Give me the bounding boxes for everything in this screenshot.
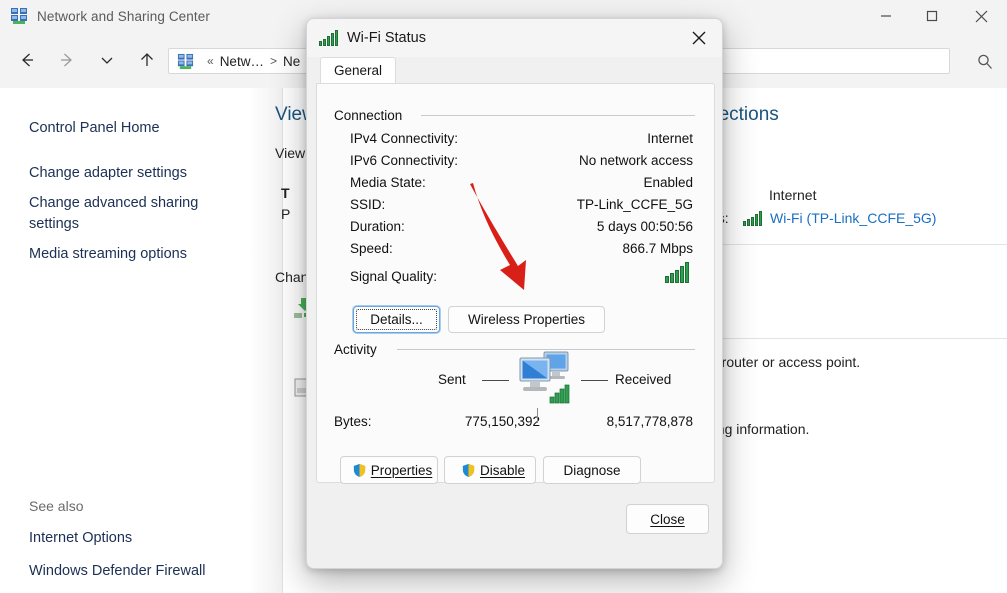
back-arrow-icon[interactable] bbox=[10, 43, 44, 77]
minimize-icon[interactable] bbox=[863, 0, 909, 32]
forward-arrow-icon[interactable] bbox=[50, 43, 84, 77]
close-button-label: Close bbox=[650, 511, 685, 527]
details-button[interactable]: Details... bbox=[353, 306, 440, 333]
breadcrumb: « Netw… > Ne bbox=[201, 54, 300, 69]
focus-indicator bbox=[356, 309, 437, 330]
see-also-item-internet-options[interactable]: Internet Options bbox=[29, 528, 132, 548]
up-arrow-icon[interactable] bbox=[130, 43, 164, 77]
access-type-value: Internet bbox=[769, 187, 817, 203]
window-title: Network and Sharing Center bbox=[37, 8, 210, 24]
diagnose-button-label: Diagnose bbox=[563, 462, 621, 478]
sidebar-item-control-panel-home[interactable]: Control Panel Home bbox=[29, 118, 160, 138]
dialog-body: Connection IPv4 Connectivity: Internet I… bbox=[316, 83, 715, 484]
ssid-label: SSID: bbox=[350, 197, 386, 212]
network-sharing-icon bbox=[10, 7, 28, 25]
search-icon[interactable] bbox=[975, 52, 995, 77]
connection-group-label: Connection bbox=[334, 108, 410, 123]
sidebar: Control Panel Home Change adapter settin… bbox=[0, 88, 283, 593]
ipv6-connectivity-value: No network access bbox=[578, 153, 693, 168]
breadcrumb-separator: > bbox=[269, 54, 277, 68]
media-state-label: Media State: bbox=[350, 175, 426, 190]
sidebar-item-change-adapter-settings[interactable]: Change adapter settings bbox=[29, 163, 187, 183]
chevron-down-icon[interactable] bbox=[90, 43, 124, 77]
active-networks-label: T bbox=[281, 185, 290, 201]
ipv4-connectivity-label: IPv4 Connectivity: bbox=[350, 131, 459, 146]
ipv4-connectivity-value: Internet bbox=[647, 131, 693, 146]
disable-button[interactable]: Disable bbox=[444, 456, 536, 484]
view-subtext: View bbox=[275, 145, 306, 161]
bytes-sent-value: 775,150,392 bbox=[464, 414, 540, 429]
received-label: Received bbox=[615, 372, 672, 387]
connection-link-wifi[interactable]: Wi-Fi (TP-Link_CCFE_5G) bbox=[770, 210, 936, 226]
tab-general[interactable]: General bbox=[320, 57, 397, 83]
close-button[interactable]: Close bbox=[626, 504, 709, 534]
bytes-label: Bytes: bbox=[334, 414, 372, 429]
received-connector-line bbox=[581, 380, 608, 381]
divider-bottom bbox=[716, 338, 1007, 339]
activity-group-label: Activity bbox=[334, 342, 384, 357]
wifi-signal-icon bbox=[743, 210, 765, 226]
speed-label: Speed: bbox=[350, 241, 393, 256]
ssid-value: TP-Link_CCFE_5G bbox=[576, 197, 693, 212]
sent-label: Sent bbox=[438, 372, 466, 387]
divider-top bbox=[716, 244, 1007, 245]
dialog-title: Wi-Fi Status bbox=[347, 30, 426, 46]
close-icon[interactable] bbox=[676, 19, 722, 57]
wifi-status-dialog: Wi-Fi Status General Connection IPv4 Con… bbox=[306, 18, 723, 569]
bytes-separator bbox=[537, 408, 538, 423]
window-controls bbox=[863, 0, 1007, 32]
tab-strip: General bbox=[307, 57, 722, 83]
sidebar-item-media-streaming-options[interactable]: Media streaming options bbox=[29, 244, 187, 264]
wireless-properties-button[interactable]: Wireless Properties bbox=[448, 306, 605, 333]
sidebar-item-change-advanced-sharing[interactable]: Change advanced sharing bbox=[29, 193, 198, 213]
screen: Network and Sharing Center « Netw… > Ne … bbox=[0, 0, 1007, 593]
wireless-properties-button-label: Wireless Properties bbox=[467, 312, 586, 327]
sidebar-divider bbox=[282, 88, 283, 593]
properties-button-label: Properties bbox=[370, 462, 433, 478]
sidebar-item-change-advanced-sharing-line2[interactable]: settings bbox=[29, 214, 79, 234]
duration-value: 5 days 00:50:56 bbox=[596, 219, 693, 234]
maximize-icon[interactable] bbox=[909, 0, 955, 32]
sent-connector-line bbox=[482, 380, 509, 381]
ipv6-connectivity-label: IPv6 Connectivity: bbox=[350, 153, 459, 168]
speed-value: 866.7 Mbps bbox=[622, 241, 693, 256]
media-state-value: Enabled bbox=[643, 175, 693, 190]
wifi-signal-icon bbox=[319, 30, 338, 46]
disable-button-label: Disable bbox=[479, 462, 526, 478]
dialog-footer: Close bbox=[307, 488, 722, 568]
properties-button[interactable]: Properties bbox=[340, 456, 438, 484]
diagnose-button[interactable]: Diagnose bbox=[543, 456, 641, 484]
bytes-received-value: 8,517,778,878 bbox=[606, 414, 693, 429]
change-settings-text: Chan bbox=[275, 269, 309, 285]
uac-shield-icon bbox=[352, 463, 367, 478]
breadcrumb-overflow[interactable]: « bbox=[207, 54, 214, 68]
network-name-text: P bbox=[281, 206, 291, 222]
two-monitors-network-icon bbox=[516, 349, 574, 410]
duration-label: Duration: bbox=[350, 219, 405, 234]
uac-shield-icon bbox=[461, 463, 476, 478]
breadcrumb-item-2[interactable]: Ne bbox=[283, 54, 300, 69]
breadcrumb-item-1[interactable]: Netw… bbox=[220, 54, 264, 69]
see-also-item-windows-defender-firewall[interactable]: Windows Defender Firewall bbox=[29, 561, 205, 581]
see-also-heading: See also bbox=[29, 498, 84, 514]
connection-group-rule bbox=[421, 115, 695, 116]
dialog-titlebar: Wi-Fi Status bbox=[307, 19, 722, 57]
close-icon[interactable] bbox=[955, 0, 1007, 32]
signal-quality-label: Signal Quality: bbox=[350, 269, 438, 284]
network-sharing-icon bbox=[177, 53, 194, 70]
wifi-signal-icon bbox=[665, 262, 693, 283]
router-description-text: a router or access point. bbox=[710, 354, 861, 370]
